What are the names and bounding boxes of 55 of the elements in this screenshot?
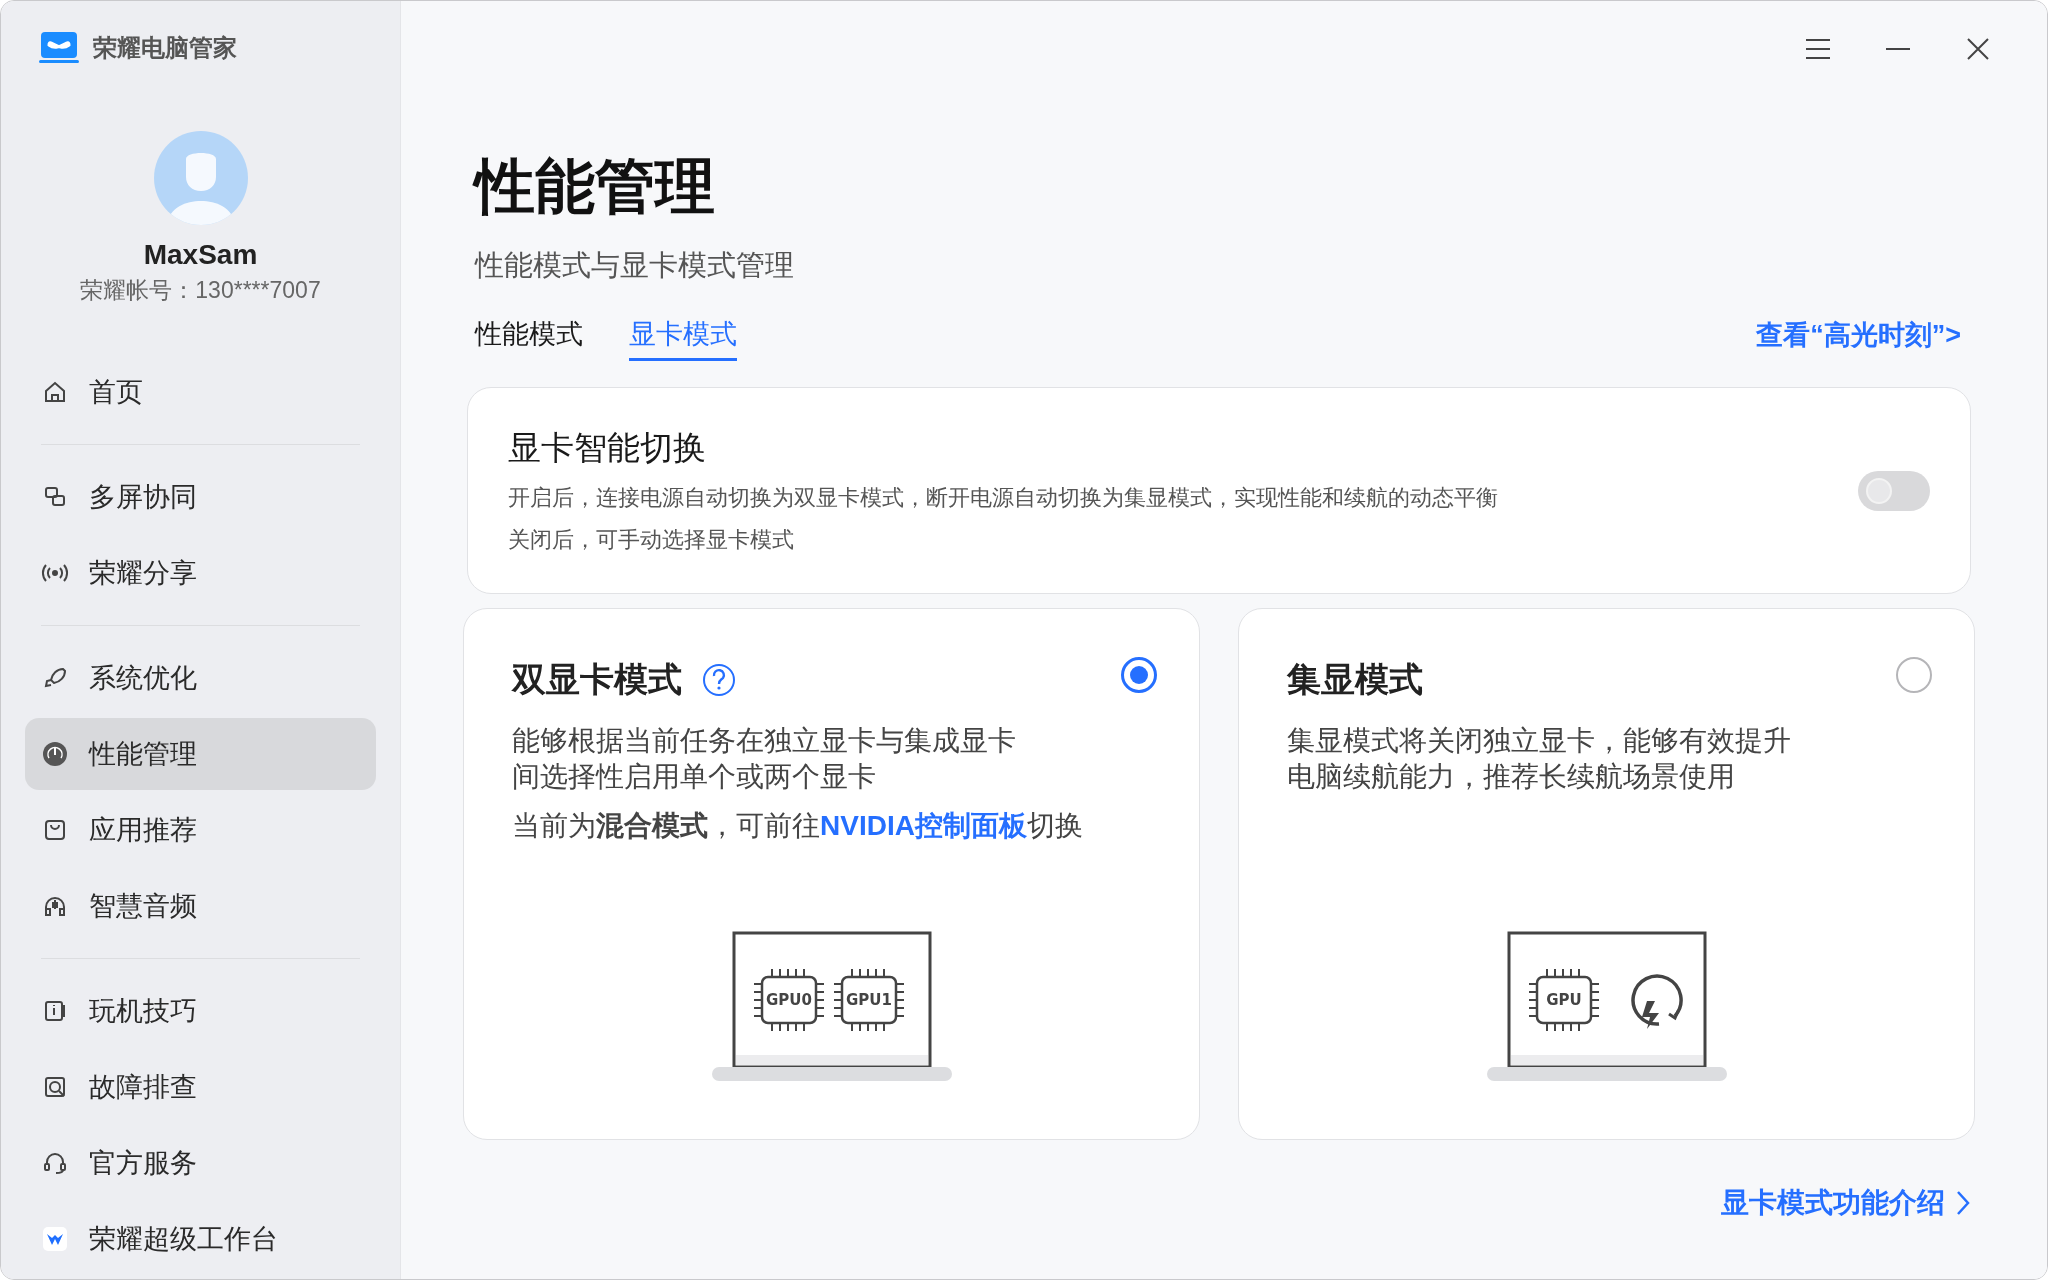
sidebar-label: 荣耀分享 — [89, 557, 197, 590]
sidebar-item[interactable]: 故障排查 — [25, 1051, 376, 1123]
toggle-switch[interactable] — [1858, 470, 1930, 511]
menu-icon — [1804, 37, 1832, 61]
sidebar-label: 应用推荐 — [89, 814, 197, 847]
switch-description: 开启后，连接电源自动切换为双显卡模式，断开电源自动切换为集显模式，实现性能和续航的动态平衡 — [508, 484, 1498, 512]
sidebar-item[interactable]: 首页 — [25, 356, 376, 428]
sidebar-label: 官方服务 — [89, 1147, 197, 1180]
mode-description: 集显模式将关闭独立显卡，能够有效提升电脑续航能力，推荐长续航场景使用 — [1287, 724, 1792, 794]
mode-title: 集显模式 — [1287, 659, 1423, 700]
sidebar-label: 故障排查 — [89, 1071, 197, 1104]
user-name: MaxSam — [143, 239, 258, 271]
mode-description: 能够根据当前任务在独立显卡与集成显卡间选择性启用单个或两个显卡 — [512, 724, 1017, 794]
chip-label: GPU1 — [845, 991, 892, 1009]
sidebar-label: 荣耀超级工作台 — [89, 1223, 278, 1256]
account-number: 荣耀帐号：130****7007 — [80, 276, 321, 305]
sidebar-label: 系统优化 — [89, 662, 197, 695]
switch-title: 显卡智能切换 — [508, 428, 707, 468]
tab[interactable]: 性能模式 — [475, 316, 583, 361]
sidebar-item[interactable]: 荣耀分享 — [25, 537, 376, 609]
app-title: 荣耀电脑管家 — [93, 33, 237, 63]
highlight-link[interactable]: 查看“高光时刻”> — [1756, 317, 1961, 361]
sidebar-label: 首页 — [89, 376, 143, 409]
sidebar-item[interactable]: 系统优化 — [25, 642, 376, 714]
sidebar-item[interactable]: 智慧音频 — [25, 870, 376, 942]
mode-card[interactable]: 集显模式 集显模式将关闭独立显卡，能够有效提升电脑续航能力，推荐长续航场景使用 GPU — [1238, 608, 1975, 1140]
sidebar-label: 智慧音频 — [89, 890, 197, 923]
sidebar-item[interactable]: 多屏协同 — [25, 461, 376, 533]
mode-card[interactable]: 双显卡模式 能够根据当前任务在独立显卡与集成显卡间选择性启用单个或两个显卡 当前为混合模式，可前往NVIDIA控制面板切换 GPU0 GPU1 — [463, 608, 1200, 1140]
sidebar-item[interactable]: 荣耀超级工作台 — [25, 1203, 376, 1275]
minimize-icon — [1884, 48, 1912, 50]
close-icon — [1966, 37, 1990, 61]
intro-link[interactable]: 显卡模式功能介绍 — [1721, 1184, 1971, 1222]
mode-note: 当前为混合模式，可前往NVIDIA控制面板切换 — [512, 809, 1084, 843]
sidebar-label: 玩机技巧 — [89, 995, 197, 1028]
radio-button[interactable] — [1896, 657, 1932, 693]
sidebar-item[interactable]: 官方服务 — [25, 1127, 376, 1199]
radio-button[interactable] — [1121, 657, 1157, 693]
app-logo-icon — [39, 32, 79, 64]
tab[interactable]: 显卡模式 — [629, 316, 737, 361]
nav-icon — [41, 1225, 69, 1253]
chevron-right-icon — [1955, 1189, 1971, 1217]
nvidia-link[interactable]: NVIDIA控制面板 — [820, 810, 1027, 841]
nav-icon — [41, 740, 69, 768]
sidebar-item[interactable]: 玩机技巧 — [25, 975, 376, 1047]
chip-label: GPU0 — [765, 991, 812, 1009]
mode-title: 双显卡模式 — [512, 659, 682, 700]
help-icon[interactable] — [702, 663, 736, 697]
page-subtitle: 性能模式与显卡模式管理 — [475, 248, 795, 283]
sidebar-label: 多屏协同 — [89, 481, 197, 514]
switch-description: 关闭后，可手动选择显卡模式 — [508, 526, 795, 554]
chip-label: GPU — [1545, 991, 1582, 1009]
sidebar-item[interactable]: 性能管理 — [25, 718, 376, 790]
sidebar-item[interactable]: 应用推荐 — [25, 794, 376, 866]
sidebar-label: 性能管理 — [89, 738, 197, 771]
